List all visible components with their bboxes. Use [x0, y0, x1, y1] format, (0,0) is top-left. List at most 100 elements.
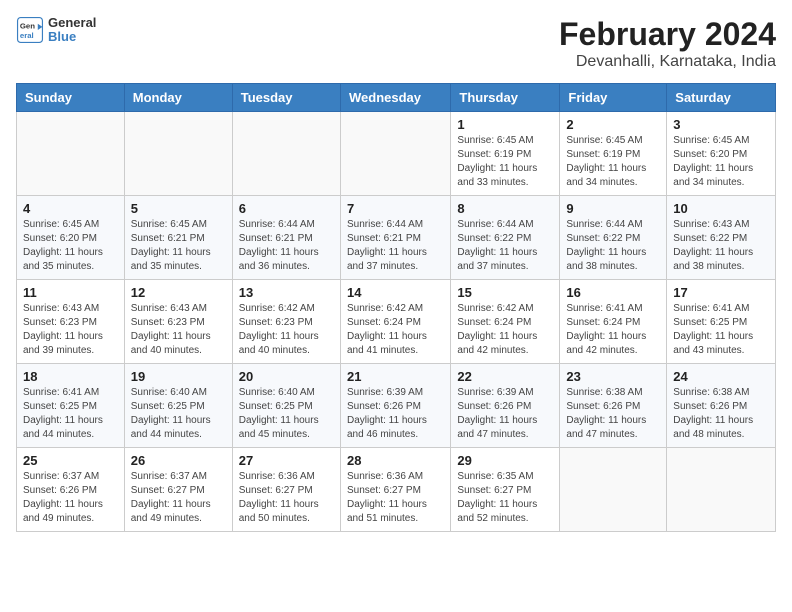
day-header-monday: Monday	[124, 84, 232, 112]
calendar-cell: 4 Sunrise: 6:45 AM Sunset: 6:20 PM Daylig…	[17, 196, 125, 280]
day-number: 8	[457, 201, 553, 216]
calendar-cell	[17, 112, 125, 196]
calendar-week-row: 11 Sunrise: 6:43 AM Sunset: 6:23 PM Dayli…	[17, 280, 776, 364]
day-number: 26	[131, 453, 226, 468]
day-info: Sunrise: 6:41 AM Sunset: 6:25 PM Dayligh…	[23, 386, 118, 442]
calendar-week-row: 18 Sunrise: 6:41 AM Sunset: 6:25 PM Dayli…	[17, 364, 776, 448]
page-header: Gen eral General Blue February 2024 Deva…	[16, 16, 776, 71]
logo-line1: General	[48, 16, 96, 30]
day-info: Sunrise: 6:36 AM Sunset: 6:27 PM Dayligh…	[347, 470, 444, 526]
calendar-cell: 13 Sunrise: 6:42 AM Sunset: 6:23 PM Dayli…	[232, 280, 340, 364]
day-info: Sunrise: 6:38 AM Sunset: 6:26 PM Dayligh…	[566, 386, 660, 442]
title-block: February 2024 Devanhalli, Karnataka, Ind…	[559, 16, 776, 71]
day-number: 16	[566, 285, 660, 300]
day-number: 11	[23, 285, 118, 300]
calendar-cell: 24Sunrise: 6:38 AM Sunset: 6:26 PM Dayli…	[667, 364, 776, 448]
day-info: Sunrise: 6:45 AM Sunset: 6:20 PM Dayligh…	[23, 218, 118, 274]
calendar-cell: 8 Sunrise: 6:44 AM Sunset: 6:22 PM Daylig…	[451, 196, 560, 280]
calendar-week-row: 1 Sunrise: 6:45 AM Sunset: 6:19 PM Daylig…	[17, 112, 776, 196]
day-number: 18	[23, 369, 118, 384]
day-info: Sunrise: 6:40 AM Sunset: 6:25 PM Dayligh…	[131, 386, 226, 442]
calendar-header-row: SundayMondayTuesdayWednesdayThursdayFrid…	[17, 84, 776, 112]
day-info: Sunrise: 6:37 AM Sunset: 6:27 PM Dayligh…	[131, 470, 226, 526]
calendar-cell: 7Sunrise: 6:44 AM Sunset: 6:21 PM Daylig…	[340, 196, 450, 280]
day-number: 10	[673, 201, 769, 216]
day-number: 21	[347, 369, 444, 384]
calendar-week-row: 4 Sunrise: 6:45 AM Sunset: 6:20 PM Daylig…	[17, 196, 776, 280]
day-number: 13	[239, 285, 334, 300]
day-info: Sunrise: 6:37 AM Sunset: 6:26 PM Dayligh…	[23, 470, 118, 526]
day-info: Sunrise: 6:44 AM Sunset: 6:21 PM Dayligh…	[347, 218, 444, 274]
calendar-cell: 20Sunrise: 6:40 AM Sunset: 6:25 PM Dayli…	[232, 364, 340, 448]
svg-text:eral: eral	[20, 31, 34, 40]
day-info: Sunrise: 6:42 AM Sunset: 6:24 PM Dayligh…	[457, 302, 553, 358]
day-header-friday: Friday	[560, 84, 667, 112]
day-header-saturday: Saturday	[667, 84, 776, 112]
calendar-cell: 2Sunrise: 6:45 AM Sunset: 6:19 PM Daylig…	[560, 112, 667, 196]
day-number: 1	[457, 117, 553, 132]
calendar-week-row: 25 Sunrise: 6:37 AM Sunset: 6:26 PM Dayli…	[17, 448, 776, 532]
day-number: 25	[23, 453, 118, 468]
calendar-cell: 3 Sunrise: 6:45 AM Sunset: 6:20 PM Daylig…	[667, 112, 776, 196]
calendar-cell: 10 Sunrise: 6:43 AM Sunset: 6:22 PM Dayli…	[667, 196, 776, 280]
day-info: Sunrise: 6:42 AM Sunset: 6:23 PM Dayligh…	[239, 302, 334, 358]
calendar-table: SundayMondayTuesdayWednesdayThursdayFrid…	[16, 83, 776, 532]
day-info: Sunrise: 6:35 AM Sunset: 6:27 PM Dayligh…	[457, 470, 553, 526]
calendar-cell	[232, 112, 340, 196]
day-number: 27	[239, 453, 334, 468]
day-info: Sunrise: 6:45 AM Sunset: 6:19 PM Dayligh…	[457, 134, 553, 190]
day-number: 28	[347, 453, 444, 468]
calendar-cell: 5Sunrise: 6:45 AM Sunset: 6:21 PM Daylig…	[124, 196, 232, 280]
day-number: 12	[131, 285, 226, 300]
day-number: 3	[673, 117, 769, 132]
calendar-cell: 6 Sunrise: 6:44 AM Sunset: 6:21 PM Daylig…	[232, 196, 340, 280]
day-info: Sunrise: 6:43 AM Sunset: 6:23 PM Dayligh…	[131, 302, 226, 358]
day-header-wednesday: Wednesday	[340, 84, 450, 112]
calendar-cell	[560, 448, 667, 532]
calendar-cell: 12 Sunrise: 6:43 AM Sunset: 6:23 PM Dayli…	[124, 280, 232, 364]
day-info: Sunrise: 6:44 AM Sunset: 6:21 PM Dayligh…	[239, 218, 334, 274]
day-info: Sunrise: 6:39 AM Sunset: 6:26 PM Dayligh…	[457, 386, 553, 442]
day-number: 22	[457, 369, 553, 384]
day-header-sunday: Sunday	[17, 84, 125, 112]
day-number: 20	[239, 369, 334, 384]
calendar-cell: 27 Sunrise: 6:36 AM Sunset: 6:27 PM Dayli…	[232, 448, 340, 532]
calendar-cell: 25 Sunrise: 6:37 AM Sunset: 6:26 PM Dayli…	[17, 448, 125, 532]
calendar-cell: 29Sunrise: 6:35 AM Sunset: 6:27 PM Dayli…	[451, 448, 560, 532]
calendar-cell: 19Sunrise: 6:40 AM Sunset: 6:25 PM Dayli…	[124, 364, 232, 448]
day-info: Sunrise: 6:41 AM Sunset: 6:25 PM Dayligh…	[673, 302, 769, 358]
day-header-tuesday: Tuesday	[232, 84, 340, 112]
day-number: 9	[566, 201, 660, 216]
day-info: Sunrise: 6:45 AM Sunset: 6:20 PM Dayligh…	[673, 134, 769, 190]
logo-text: General Blue	[48, 16, 96, 45]
calendar-cell	[124, 112, 232, 196]
day-info: Sunrise: 6:43 AM Sunset: 6:22 PM Dayligh…	[673, 218, 769, 274]
calendar-cell: 14Sunrise: 6:42 AM Sunset: 6:24 PM Dayli…	[340, 280, 450, 364]
day-info: Sunrise: 6:38 AM Sunset: 6:26 PM Dayligh…	[673, 386, 769, 442]
day-info: Sunrise: 6:44 AM Sunset: 6:22 PM Dayligh…	[457, 218, 553, 274]
calendar-cell: 15 Sunrise: 6:42 AM Sunset: 6:24 PM Dayli…	[451, 280, 560, 364]
calendar-cell	[667, 448, 776, 532]
day-number: 23	[566, 369, 660, 384]
day-number: 4	[23, 201, 118, 216]
calendar-cell: 9 Sunrise: 6:44 AM Sunset: 6:22 PM Daylig…	[560, 196, 667, 280]
day-info: Sunrise: 6:41 AM Sunset: 6:24 PM Dayligh…	[566, 302, 660, 358]
day-number: 15	[457, 285, 553, 300]
calendar-cell: 21 Sunrise: 6:39 AM Sunset: 6:26 PM Dayli…	[340, 364, 450, 448]
day-info: Sunrise: 6:43 AM Sunset: 6:23 PM Dayligh…	[23, 302, 118, 358]
day-number: 17	[673, 285, 769, 300]
logo-line2: Blue	[48, 30, 96, 44]
calendar-cell: 28 Sunrise: 6:36 AM Sunset: 6:27 PM Dayli…	[340, 448, 450, 532]
calendar-cell	[340, 112, 450, 196]
day-info: Sunrise: 6:36 AM Sunset: 6:27 PM Dayligh…	[239, 470, 334, 526]
day-info: Sunrise: 6:39 AM Sunset: 6:26 PM Dayligh…	[347, 386, 444, 442]
svg-text:Gen: Gen	[20, 22, 35, 31]
day-number: 2	[566, 117, 660, 132]
day-number: 6	[239, 201, 334, 216]
calendar-cell: 1 Sunrise: 6:45 AM Sunset: 6:19 PM Daylig…	[451, 112, 560, 196]
calendar-cell: 16 Sunrise: 6:41 AM Sunset: 6:24 PM Dayli…	[560, 280, 667, 364]
day-info: Sunrise: 6:45 AM Sunset: 6:21 PM Dayligh…	[131, 218, 226, 274]
day-info: Sunrise: 6:44 AM Sunset: 6:22 PM Dayligh…	[566, 218, 660, 274]
calendar-subtitle: Devanhalli, Karnataka, India	[559, 53, 776, 71]
calendar-title: February 2024	[559, 16, 776, 53]
